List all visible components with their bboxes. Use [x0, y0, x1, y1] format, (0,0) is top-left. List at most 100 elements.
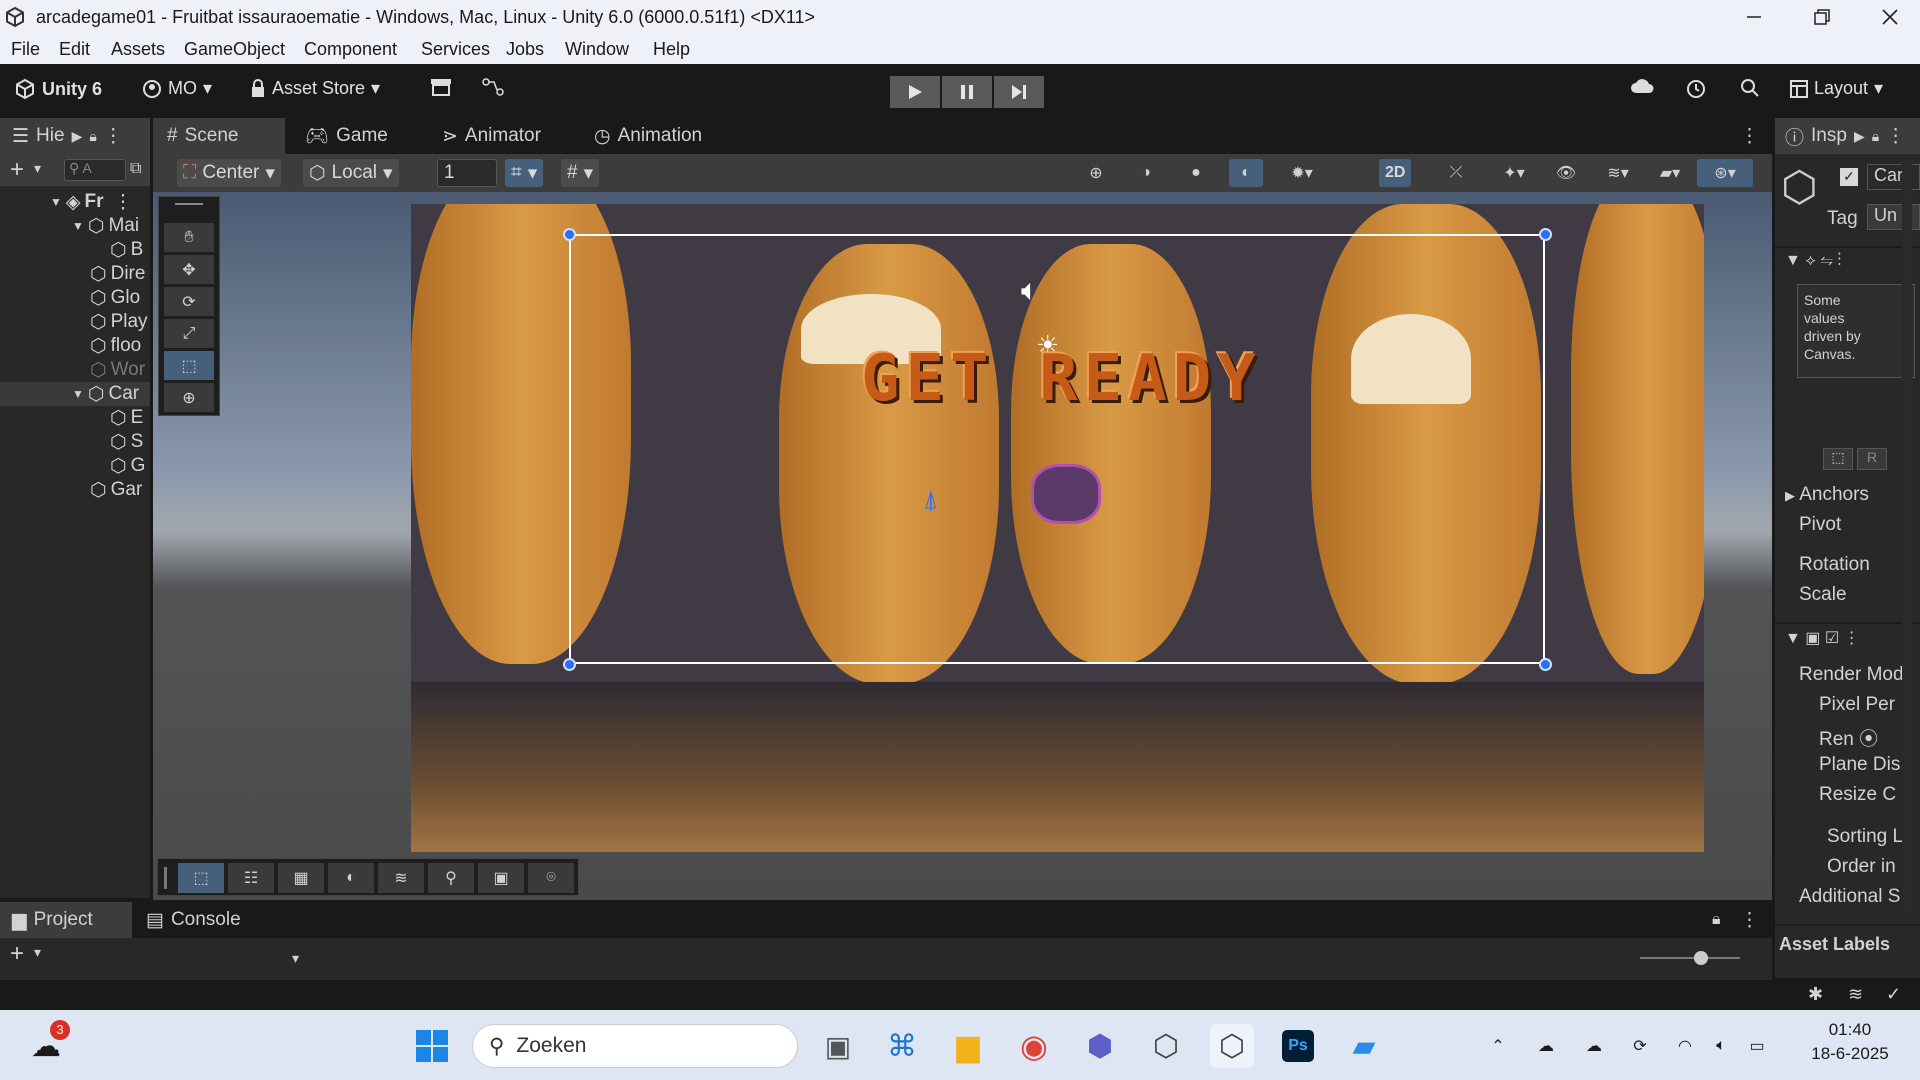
- list-item[interactable]: ▼ ⬡ Mai: [0, 214, 150, 238]
- list-item[interactable]: ▼ ⬡ Car: [0, 382, 150, 406]
- tab-game[interactable]: 🎮︎ Game: [299, 118, 409, 154]
- pivot-mode-dropdown[interactable]: ⛶ Center ▾: [177, 159, 281, 187]
- transform-tool[interactable]: ⊕: [164, 383, 214, 412]
- grid-icon[interactable]: ▦: [278, 863, 324, 893]
- rotate-tool[interactable]: ⟳: [164, 287, 214, 316]
- sliders-icon[interactable]: ☷: [228, 863, 274, 893]
- grid-snapping-toggle[interactable]: ⌗ ▾: [505, 159, 544, 187]
- effects-icon[interactable]: ✦▾: [1489, 159, 1539, 187]
- tab-animation[interactable]: ◷ Animation: [588, 118, 748, 154]
- weather-widget[interactable]: ☁ 3: [24, 1020, 70, 1068]
- snap-increment-input[interactable]: 1: [437, 159, 497, 187]
- scene-visibility-icon[interactable]: ⧉: [130, 160, 141, 178]
- menu-file[interactable]: File: [11, 39, 40, 60]
- tab-console[interactable]: ▤ Console: [140, 902, 280, 938]
- kebab-menu-icon[interactable]: ⋮: [1740, 118, 1770, 154]
- play-button[interactable]: [890, 76, 940, 108]
- package-manager-button[interactable]: [430, 78, 452, 96]
- rect-handle-bottom-left[interactable]: [563, 658, 576, 671]
- check-circle-icon[interactable]: ✓: [1886, 984, 1901, 1005]
- gizmos-icon[interactable]: ⊛▾: [1697, 159, 1753, 187]
- task-view-button[interactable]: ▣: [816, 1024, 860, 1068]
- lock-icon[interactable]: 🔒︎: [1872, 128, 1879, 145]
- visibility-eye-icon[interactable]: 👁︎: [1549, 159, 1583, 187]
- clock[interactable]: 01:40 18-6-2025: [1800, 1020, 1900, 1064]
- camera-icon[interactable]: ▣: [478, 863, 524, 893]
- restore-button[interactable]: [1794, 0, 1850, 34]
- target-icon[interactable]: ⦿: [1859, 729, 1878, 750]
- add-button[interactable]: +: [10, 156, 24, 184]
- sync-icon[interactable]: ⟳: [1622, 1024, 1658, 1068]
- drag-handle[interactable]: [175, 203, 203, 205]
- rect-transform-header[interactable]: ▼ ⟡ ⇋ ⋮: [1785, 252, 1842, 270]
- vscode-app[interactable]: ⌘: [880, 1024, 924, 1068]
- pivot-rotation-dropdown[interactable]: ⬡ Local ▾: [303, 159, 399, 187]
- layers-icon[interactable]: ≋▾: [1593, 159, 1643, 187]
- ui-toolkit-icon[interactable]: ⬚: [178, 863, 224, 893]
- kebab-menu-icon[interactable]: ⋮: [1886, 125, 1905, 148]
- tab-scene[interactable]: # Scene: [153, 118, 285, 154]
- shading-textured-icon[interactable]: ◐: [1229, 159, 1263, 187]
- menu-gameobject[interactable]: GameObject: [184, 39, 285, 60]
- asset-store-dropdown[interactable]: Asset Store ▾: [250, 78, 380, 99]
- hand-tool[interactable]: ✋︎: [164, 223, 214, 252]
- menu-window[interactable]: Window: [565, 39, 629, 60]
- blueprint-mode-button[interactable]: ⬚: [1823, 448, 1853, 470]
- search-icon[interactable]: ⚲: [428, 863, 474, 893]
- list-item[interactable]: ⬡ S: [0, 430, 150, 454]
- list-item[interactable]: ⬡ floo: [0, 334, 150, 358]
- bug-off-icon[interactable]: ✱: [1808, 984, 1823, 1005]
- rect-handle-bottom-right[interactable]: [1539, 658, 1552, 671]
- rect-handle-top-left[interactable]: [563, 228, 576, 241]
- asset-labels-header[interactable]: Asset Labels: [1779, 934, 1890, 955]
- menu-jobs[interactable]: Jobs: [506, 39, 544, 60]
- list-item[interactable]: ⬡ Play: [0, 310, 150, 334]
- file-explorer-app[interactable]: ▆: [946, 1024, 990, 1068]
- teams-app[interactable]: ⬢: [1078, 1024, 1122, 1068]
- anchors-foldout[interactable]: ▶ Anchors: [1785, 484, 1869, 506]
- menu-services[interactable]: Services: [421, 39, 490, 60]
- chevron-down-icon[interactable]: ▾: [292, 950, 299, 967]
- chevron-right-icon[interactable]: ▶: [72, 128, 83, 145]
- rect-handle-top-right[interactable]: [1539, 228, 1552, 241]
- paint-app[interactable]: ▰: [1342, 1024, 1386, 1068]
- photoshop-app[interactable]: Ps: [1276, 1024, 1320, 1068]
- step-button[interactable]: [994, 76, 1044, 108]
- lock-icon[interactable]: 🔒︎: [89, 128, 96, 145]
- canvas-component-header[interactable]: ▼ ▣ ☑ ⋮: [1785, 628, 1860, 648]
- name-field[interactable]: Car: [1867, 164, 1920, 190]
- battery-icon[interactable]: ▭: [1742, 1024, 1772, 1068]
- lock-icon[interactable]: 🔒︎: [1712, 902, 1732, 938]
- menu-help[interactable]: Help: [653, 39, 690, 60]
- list-item[interactable]: ⬡ Gar: [0, 478, 150, 502]
- menu-edit[interactable]: Edit: [59, 39, 90, 60]
- layers-icon[interactable]: ≋: [378, 863, 424, 893]
- raw-edit-button[interactable]: R: [1857, 448, 1887, 470]
- tab-project[interactable]: ▆ Project: [0, 902, 132, 938]
- undo-history-button[interactable]: [1685, 78, 1707, 100]
- layout-dropdown[interactable]: Layout ▾: [1790, 78, 1883, 99]
- rect-selection[interactable]: [569, 234, 1545, 664]
- chrome-app[interactable]: ◉: [1012, 1024, 1056, 1068]
- kebab-menu-icon[interactable]: ⋮: [1740, 902, 1760, 938]
- compass-icon[interactable]: ⌾: [528, 863, 574, 893]
- tab-hierarchy[interactable]: ☰ Hie ▶ 🔒︎ ⋮: [0, 118, 150, 154]
- tab-animator[interactable]: ⋗ Animator: [436, 118, 576, 154]
- shading-wireframe-icon[interactable]: ◑: [1129, 159, 1163, 187]
- list-item[interactable]: ⬡ E: [0, 406, 150, 430]
- list-item[interactable]: ⬡ Dire: [0, 262, 150, 286]
- list-item[interactable]: ▼ ◈ Fr ⋮: [0, 190, 150, 214]
- chevron-up-icon[interactable]: ⌃: [1484, 1024, 1512, 1068]
- close-button[interactable]: [1862, 0, 1918, 34]
- zoom-slider-track[interactable]: [1640, 957, 1740, 959]
- kebab-menu-icon[interactable]: ⋮: [104, 125, 123, 148]
- minimize-button[interactable]: [1726, 0, 1782, 34]
- zoom-slider-thumb[interactable]: [1694, 951, 1708, 965]
- account-dropdown[interactable]: MO ▾: [142, 78, 212, 99]
- camera-icon[interactable]: ▰▾: [1645, 159, 1695, 187]
- cache-icon[interactable]: ≋: [1848, 984, 1863, 1005]
- shading-icon[interactable]: ◐: [328, 863, 374, 893]
- scale-tool[interactable]: ⤢: [164, 319, 214, 348]
- audio-mute-icon[interactable]: ⤫: [1439, 159, 1473, 187]
- chevron-right-icon[interactable]: ▶: [1854, 128, 1865, 145]
